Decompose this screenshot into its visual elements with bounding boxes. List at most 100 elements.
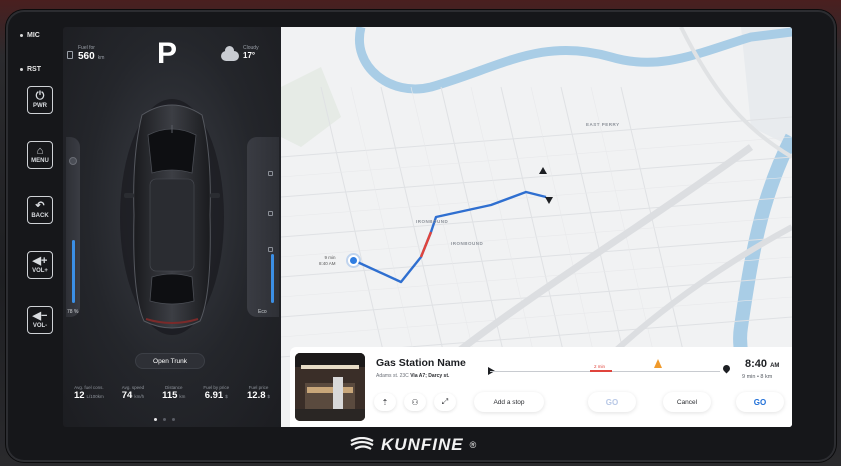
mic-label: MIC [27,31,40,39]
map-label-east-perry: EAST PERRY [586,122,620,127]
destination-address: Adams st. 23C Via A7; Darcy st. [376,373,449,379]
brand-registered: ® [469,440,477,450]
page-indicator[interactable] [154,418,175,421]
open-trunk-button[interactable]: Open Trunk [135,353,205,369]
fan-icon [268,211,273,216]
map-label-ironbound: IRONBOUND [416,219,449,224]
route-eta-tag: 9 min 8:40 AM [319,255,336,267]
brand-name: KUNFINE [381,435,464,454]
back-icon: ↶ [35,200,45,212]
trip-stats: Avg. fuel cons. 12 L/100km Avg. speed 74 k… [63,385,281,401]
stat-fuel-price: Fuel price 12.8 $ [247,385,270,401]
volume-up-icon: ◀+ [32,255,48,267]
weather-widget: Cloudy 17° [221,45,259,61]
traffic-cone-icon [654,359,662,368]
go-secondary-button[interactable]: GO [588,392,636,412]
car-illustration [112,95,232,335]
expand-button[interactable]: ⤢ [434,393,456,411]
stat-unit: km/h [134,394,145,399]
stat-unit: $ [267,394,271,399]
address-street: Adams st. 23C [376,373,409,379]
volume-up-label: VOL+ [32,268,48,274]
expand-icon: ⤢ [441,397,449,406]
brand-logo: KUNFINE ® [349,435,476,455]
stat-distance: Distance 115 km [162,385,185,401]
page-dot[interactable] [172,418,175,421]
home-icon: ⌂ [36,145,44,157]
left-slider-knob-icon[interactable] [69,157,77,165]
add-stop-button[interactable]: Add a stop [474,392,544,412]
mic-dot-icon [20,33,23,37]
device-frame: MIC RST ⏻ PWR ⌂ MENU ↶ BACK ◀+ VOL+ ◀− VOL- F… [0,0,841,466]
power-icon: ⏻ [35,90,45,102]
stat-avg-speed: Avg. speed 74 km/h [122,385,144,401]
destination-name: Gas Station Name [376,357,466,369]
eta-tag-time: 8:40 AM [319,261,336,266]
stat-unit: km [179,394,186,399]
stat-unit: L/100km [86,394,104,399]
hardware-button-column: MIC RST ⏻ PWR ⌂ MENU ↶ BACK ◀+ VOL+ ◀− VOL- [20,28,60,361]
cancel-button[interactable]: Cancel [663,392,711,412]
left-level-slider[interactable]: 78 % [66,137,80,317]
gear-indicator: P [157,37,178,70]
back-button[interactable]: ↶ BACK [27,196,53,224]
route-options-icon: ⇡ [381,397,389,407]
people-icon: ⚇ [411,397,419,407]
volume-down-label: VOL- [32,323,48,329]
traffic-delay-label: 2 min [594,364,606,369]
volume-up-button[interactable]: ◀+ VOL+ [27,251,53,279]
leaf-icon [268,247,273,252]
volume-down-button[interactable]: ◀− VOL- [27,306,53,334]
cloud-icon [221,46,239,61]
menu-label: MENU [31,158,49,164]
stat-avg-consumption: Avg. fuel cons. 12 L/100km [74,385,104,401]
weather-temperature: 17° [243,51,256,60]
car-top-view-icon [120,99,224,335]
page-dot[interactable] [154,418,157,421]
stat-value: 12 [73,390,85,401]
reset-indicator[interactable]: RST [20,62,60,76]
reset-label: RST [27,65,41,73]
car-status-panel: Fuel for 560 km P Cloudy 17° 78 % Eco Op… [63,27,281,427]
fuel-range: Fuel for 560 km [67,45,104,62]
stat-value: 115 [162,390,178,401]
stat-value: 12.8 [247,390,266,401]
mic-indicator: MIC [20,28,60,42]
arrival-time-ampm: AM [770,363,780,369]
arrival-time-value: 8:40 [745,358,768,370]
power-label: PWR [33,103,47,109]
stat-fuel-by-price: Fuel by price 6.91 $ [203,385,229,401]
share-route-button[interactable]: ⚇ [404,393,426,411]
go-button[interactable]: GO [736,392,784,412]
right-level-slider[interactable]: Eco [247,137,279,317]
arrival-summary: 9 min • 8 km [742,374,773,380]
head-unit-screen: Fuel for 560 km P Cloudy 17° 78 % Eco Op… [63,27,792,427]
brand-swoosh-icon [350,437,374,450]
power-button[interactable]: ⏻ PWR [27,86,53,114]
arrival-time: 8:40 AM [745,358,779,370]
stat-value: 6.91 [204,390,224,401]
stat-value: 74 [121,390,133,401]
gas-station-thumbnail [295,353,365,421]
left-slider-fill [72,240,75,303]
navigation-card: Gas Station Name Adams st. 23C Via A7; D… [290,347,792,427]
fuel-value: 560 [78,51,95,62]
fuel-unit: km [97,55,105,61]
page-dot[interactable] [163,418,166,421]
back-label: BACK [31,213,49,219]
seat-icon [268,171,273,176]
add-waypoint-button[interactable]: ⇡ [374,393,396,411]
right-slider-fill [271,254,274,303]
fuel-pump-icon [67,51,73,59]
map-label-ironbound-2: IRONBOUND [451,241,484,246]
destination-pin-icon [721,363,732,374]
right-slider-label: Eco [258,309,267,315]
left-slider-label: 78 % [67,309,79,315]
current-location-icon[interactable] [348,255,359,266]
volume-down-icon: ◀− [32,310,48,322]
stat-unit: $ [225,394,228,399]
address-route: Via A7; Darcy st. [410,373,450,379]
reset-dot-icon [20,67,23,71]
menu-button[interactable]: ⌂ MENU [27,141,53,169]
traffic-delay-segment [590,370,612,372]
